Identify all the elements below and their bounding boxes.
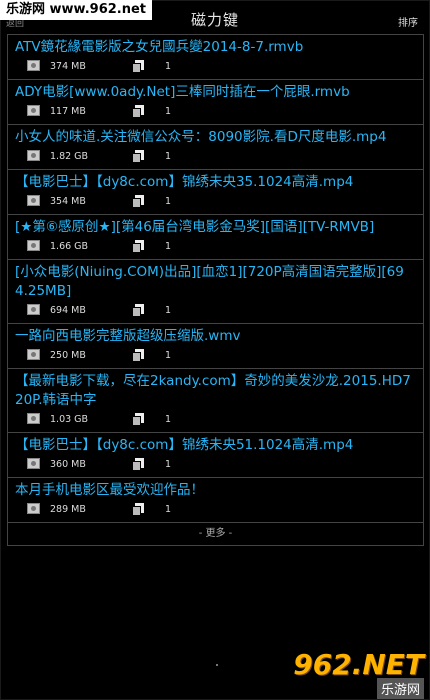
item-size: 250 MB xyxy=(50,350,86,361)
files-icon xyxy=(132,458,144,471)
item-size: 289 MB xyxy=(50,504,86,515)
files-icon xyxy=(132,60,144,73)
list-item[interactable]: 【电影巴士】【dy8c.com】锦绣未央51.1024高清.mp4 360 MB… xyxy=(8,433,423,478)
logo-main-text: 962.NET xyxy=(293,648,424,681)
sort-button[interactable]: 排序 xyxy=(398,14,418,29)
item-size: 1.82 GB xyxy=(50,151,89,162)
hard-drive-icon xyxy=(27,105,40,116)
item-file-count: 1 xyxy=(165,196,172,207)
hard-drive-icon xyxy=(27,240,40,251)
hard-drive-icon xyxy=(27,413,40,424)
item-name[interactable]: 一路向西电影完整版超级压缩版.wmv xyxy=(15,327,416,346)
item-size: 354 MB xyxy=(50,196,86,207)
load-more-button[interactable]: - 更多 - xyxy=(8,523,423,546)
list-item[interactable]: 本月手机电影区最受欢迎作品！ 289 MB 1 xyxy=(8,478,423,523)
files-icon xyxy=(132,304,144,317)
item-file-count: 1 xyxy=(165,350,172,361)
item-file-count: 1 xyxy=(165,459,172,470)
list-item[interactable]: 小女人的味道.关注微信公众号：8090影院.看D尺度电影.mp4 1.82 GB… xyxy=(8,125,423,170)
list-item[interactable]: ADY电影[www.0ady.Net]三棒同时插在一个屁眼.rmvb 117 M… xyxy=(8,80,423,125)
item-meta: 694 MB 1 xyxy=(15,301,416,323)
logo-sub-text: 乐游网 xyxy=(376,678,424,699)
item-name[interactable]: [小众电影(Niuing.COM)出品][血恋1][720P高清国语完整版][6… xyxy=(15,263,416,301)
item-meta: 1.82 GB 1 xyxy=(15,147,416,169)
item-meta: 117 MB 1 xyxy=(15,102,416,124)
item-name[interactable]: 小女人的味道.关注微信公众号：8090影院.看D尺度电影.mp4 xyxy=(15,128,416,147)
item-file-count: 1 xyxy=(165,504,172,515)
list-item[interactable]: ATV鏡花緣電影版之女兒國兵變2014-8-7.rmvb 374 MB 1 xyxy=(8,35,423,80)
files-icon xyxy=(132,240,144,253)
files-icon xyxy=(132,195,144,208)
files-icon xyxy=(132,150,144,163)
item-meta: 360 MB 1 xyxy=(15,455,416,477)
item-size: 1.66 GB xyxy=(50,241,89,252)
files-icon xyxy=(132,105,144,118)
item-file-count: 1 xyxy=(165,305,172,316)
list-item[interactable]: [★第⑥感原创★][第46届台湾电影金马奖][国语][TV-RMVB] 1.66… xyxy=(8,215,423,260)
item-size: 694 MB xyxy=(50,305,86,316)
hard-drive-icon xyxy=(27,458,40,469)
item-size: 374 MB xyxy=(50,61,86,72)
list-item[interactable]: 【最新电影下载，尽在2kandy.com】奇妙的美发沙龙.2015.HD720P… xyxy=(8,369,423,433)
item-name[interactable]: 本月手机电影区最受欢迎作品！ xyxy=(15,481,416,500)
item-file-count: 1 xyxy=(165,106,172,117)
list-item[interactable]: [小众电影(Niuing.COM)出品][血恋1][720P高清国语完整版][6… xyxy=(8,260,423,324)
item-file-count: 1 xyxy=(165,151,172,162)
item-name[interactable]: 【最新电影下载，尽在2kandy.com】奇妙的美发沙龙.2015.HD720P… xyxy=(15,372,416,410)
hard-drive-icon xyxy=(27,60,40,71)
files-icon xyxy=(132,349,144,362)
item-meta: 250 MB 1 xyxy=(15,346,416,368)
item-size: 1.03 GB xyxy=(50,414,89,425)
item-meta: 374 MB 1 xyxy=(15,57,416,79)
item-name[interactable]: [★第⑥感原创★][第46届台湾电影金马奖][国语][TV-RMVB] xyxy=(15,218,416,237)
hard-drive-icon xyxy=(27,195,40,206)
item-size: 360 MB xyxy=(50,459,86,470)
list-item[interactable]: 一路向西电影完整版超级压缩版.wmv 250 MB 1 xyxy=(8,324,423,369)
hard-drive-icon xyxy=(27,150,40,161)
hard-drive-icon xyxy=(27,304,40,315)
item-name[interactable]: ADY电影[www.0ady.Net]三棒同时插在一个屁眼.rmvb xyxy=(15,83,416,102)
hard-drive-icon xyxy=(27,349,40,360)
item-size: 117 MB xyxy=(50,106,86,117)
page-indicator-dot xyxy=(216,664,218,666)
list-item[interactable]: 【电影巴士】【dy8c.com】锦绣未央35.1024高清.mp4 354 MB… xyxy=(8,170,423,215)
item-meta: 1.66 GB 1 xyxy=(15,237,416,259)
item-file-count: 1 xyxy=(165,241,172,252)
item-meta: 289 MB 1 xyxy=(15,500,416,522)
item-name[interactable]: ATV鏡花緣電影版之女兒國兵變2014-8-7.rmvb xyxy=(15,38,416,57)
item-name[interactable]: 【电影巴士】【dy8c.com】锦绣未央51.1024高清.mp4 xyxy=(15,436,416,455)
item-name[interactable]: 【电影巴士】【dy8c.com】锦绣未央35.1024高清.mp4 xyxy=(15,173,416,192)
result-list: ATV鏡花緣電影版之女兒國兵變2014-8-7.rmvb 374 MB 1 AD… xyxy=(7,34,424,546)
site-logo: 962.NET 乐游网 xyxy=(293,648,424,699)
item-file-count: 1 xyxy=(165,414,172,425)
files-icon xyxy=(132,503,144,516)
item-file-count: 1 xyxy=(165,61,172,72)
files-icon xyxy=(132,413,144,426)
site-watermark: 乐游网 www.962.net xyxy=(0,0,153,20)
item-meta: 1.03 GB 1 xyxy=(15,410,416,432)
hard-drive-icon xyxy=(27,503,40,514)
item-meta: 354 MB 1 xyxy=(15,192,416,214)
